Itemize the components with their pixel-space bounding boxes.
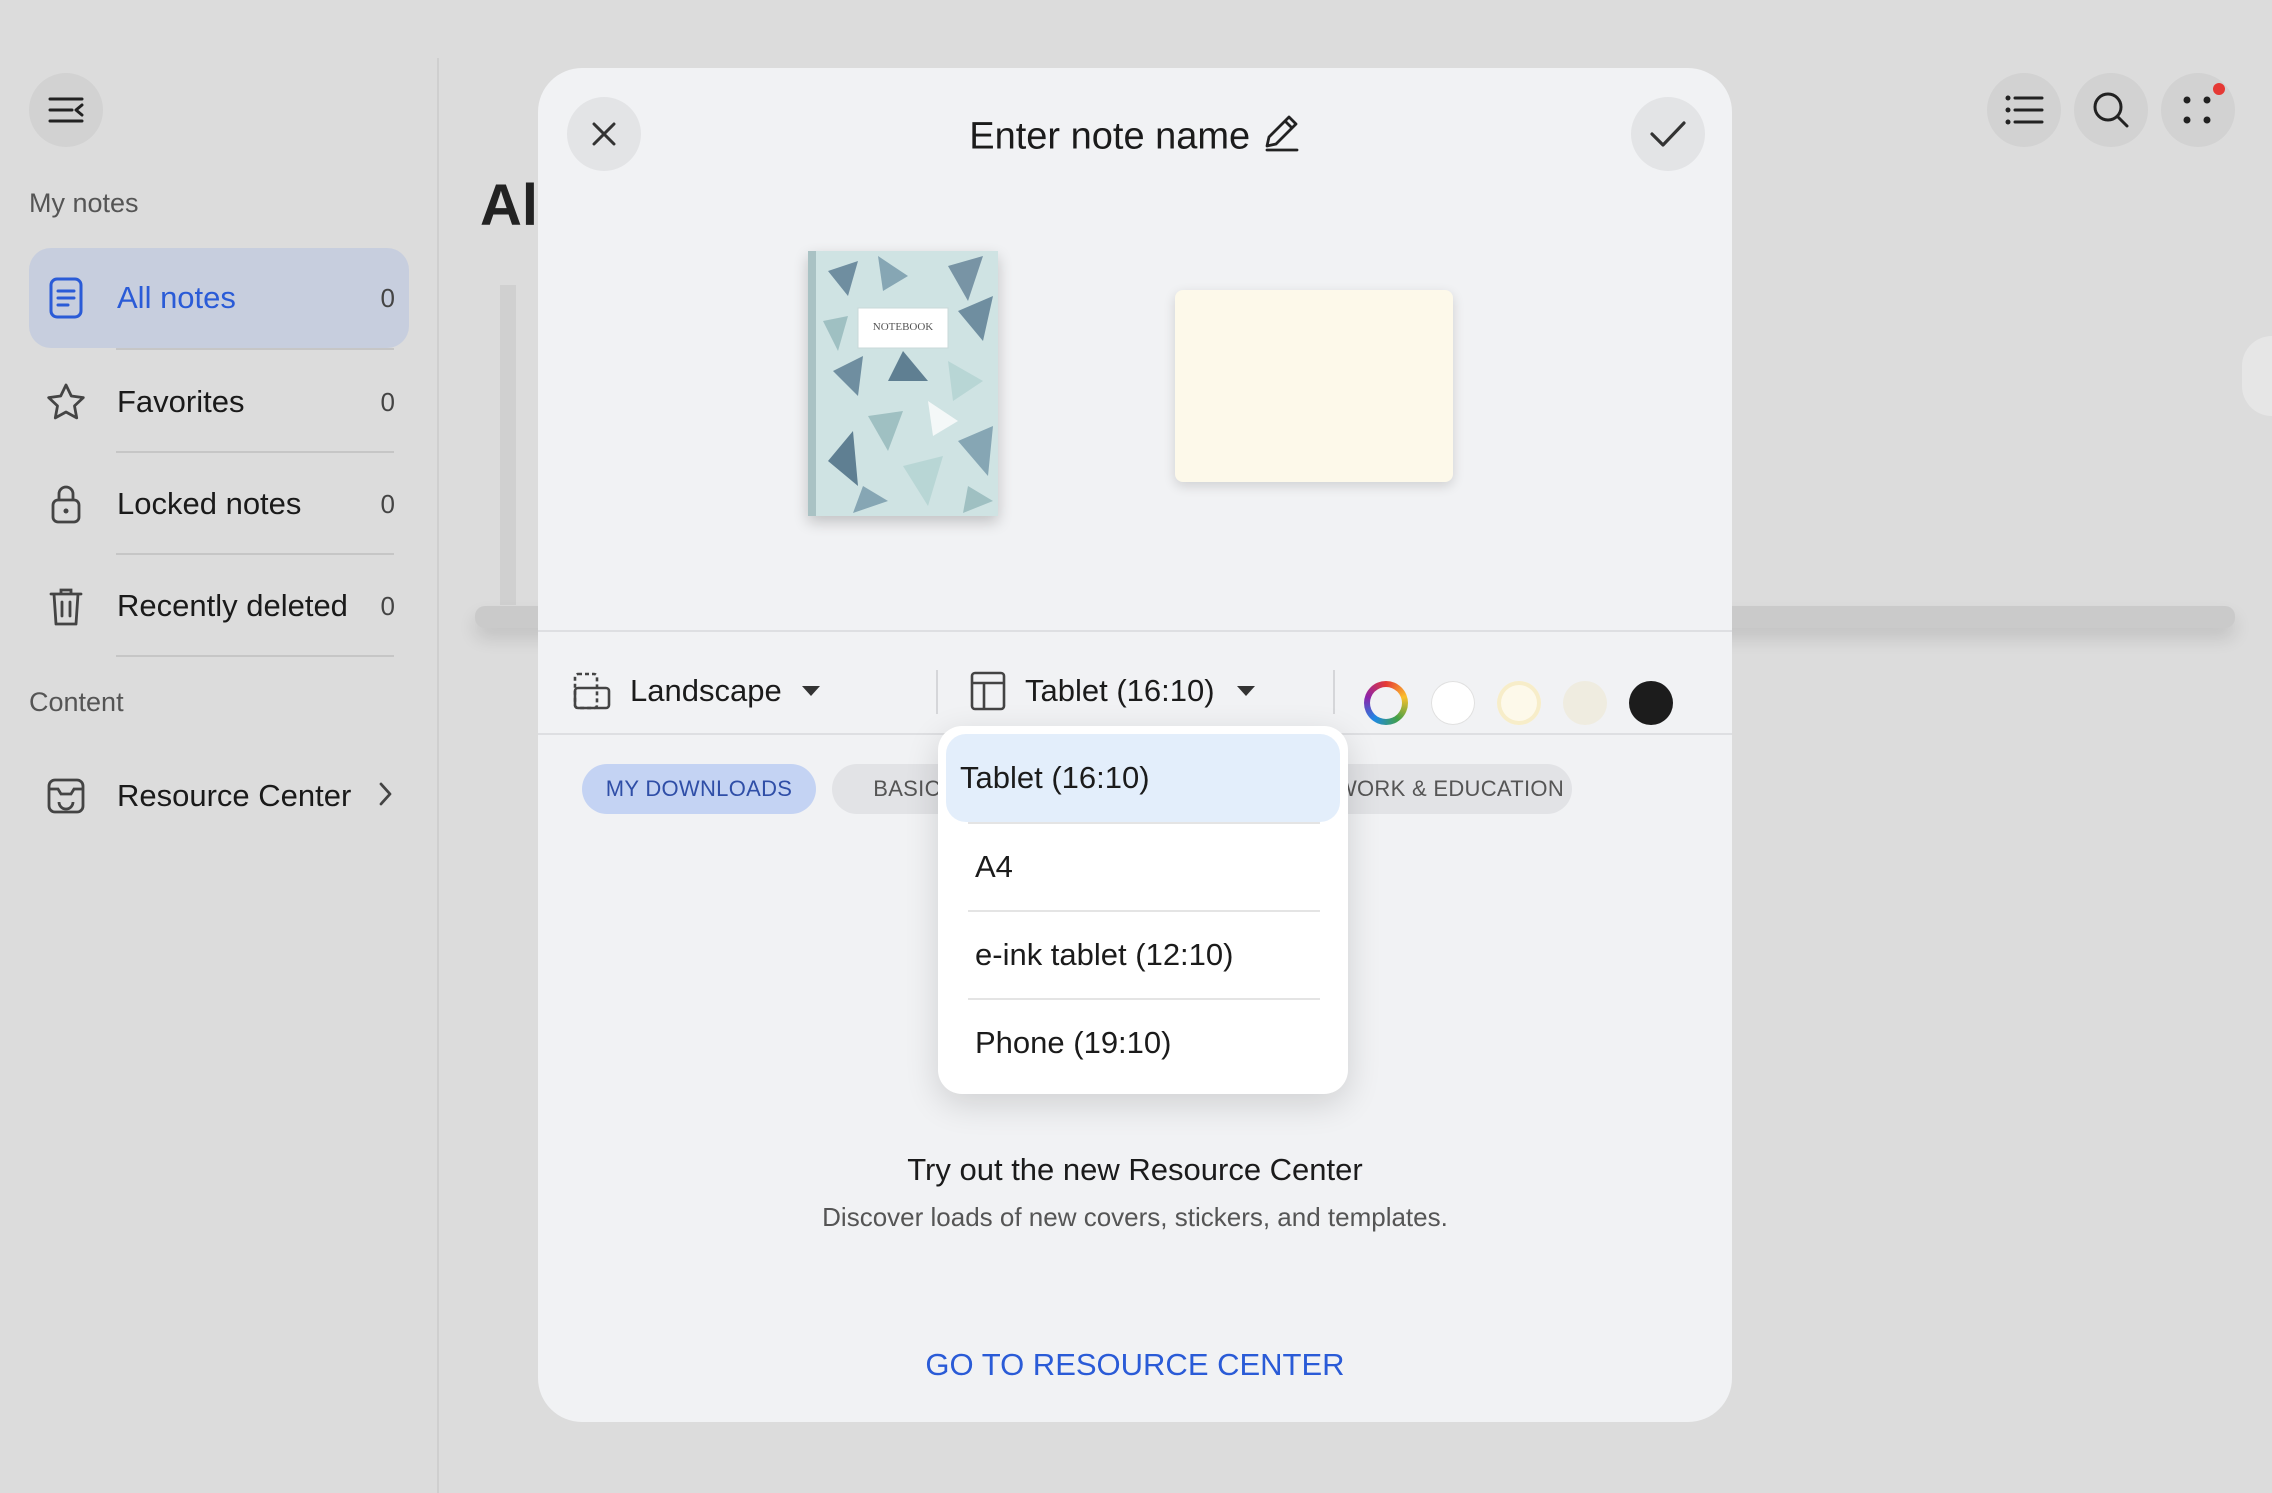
star-icon (29, 381, 103, 423)
paper-size-dropdown: Tablet (16:10) A4 e-ink tablet (12:10) P… (938, 726, 1348, 1094)
sidebar-item-favorites[interactable]: Favorites 0 (29, 352, 409, 452)
dropdown-option-phone[interactable]: Phone (19:10) (938, 999, 1348, 1087)
cover-preview[interactable]: NOTEBOOK (808, 251, 998, 516)
tab-label: BASIC (873, 776, 941, 801)
orientation-selector[interactable]: Landscape (572, 663, 822, 719)
resource-center-icon (29, 775, 103, 817)
trash-icon (29, 584, 103, 628)
paper-size-value: Tablet (16:10) (1025, 673, 1215, 708)
note-name-field[interactable]: Enter note name (538, 112, 1732, 162)
list-icon (2005, 95, 2044, 125)
color-picker-swatch[interactable] (1364, 681, 1408, 725)
divider (116, 451, 394, 453)
orientation-value: Landscape (630, 673, 782, 708)
color-swatch-cream-selected[interactable] (1497, 681, 1541, 725)
page-title: Al (480, 173, 538, 238)
dropdown-option-e-ink-tablet[interactable]: e-ink tablet (12:10) (938, 911, 1348, 999)
toolbar-separator (936, 670, 938, 714)
sidebar-item-count: 0 (380, 282, 395, 313)
search-icon (2093, 92, 2129, 128)
caret-down-icon (801, 686, 820, 696)
sidebar-divider (437, 58, 439, 1493)
notebook-cover-image (808, 251, 998, 516)
sidebar-item-count: 0 (380, 590, 395, 621)
sidebar-item-label: Favorites (117, 384, 245, 419)
caret-down-icon (1236, 686, 1255, 696)
more-dots-icon (2183, 96, 2211, 124)
floating-tool-handle[interactable] (2242, 336, 2272, 416)
divider (538, 630, 1732, 632)
divider (116, 553, 394, 555)
promo-title: Try out the new Resource Center (907, 1152, 1363, 1187)
divider (116, 348, 394, 350)
sidebar-item-all-notes[interactable]: All notes 0 (29, 248, 409, 348)
chevron-right-icon (375, 780, 395, 813)
color-swatch-beige[interactable] (1563, 681, 1607, 725)
lock-icon (29, 482, 103, 526)
section-label-content: Content (29, 687, 124, 717)
go-to-resource-center-link[interactable]: GO TO RESOURCE CENTER (538, 1347, 1732, 1383)
dropdown-option-tablet[interactable]: Tablet (16:10) (946, 734, 1340, 822)
toolbar-separator (1333, 670, 1335, 714)
option-label: e-ink tablet (12:10) (975, 937, 1234, 972)
tab-my-downloads[interactable]: MY DOWNLOADS (582, 764, 816, 814)
pencil-icon (1261, 115, 1301, 161)
notification-dot (2213, 83, 2225, 95)
tab-work-education[interactable]: WORK & EDUCATION (1318, 764, 1572, 814)
option-label: A4 (975, 849, 1013, 884)
color-swatch-white[interactable] (1431, 681, 1475, 725)
sidebar-item-count: 0 (380, 488, 395, 519)
tab-label: WORK & EDUCATION (1335, 776, 1565, 801)
color-swatch-black[interactable] (1629, 681, 1673, 725)
paper-size-selector[interactable]: Tablet (16:10) (969, 663, 1257, 719)
sidebar-item-recently-deleted[interactable]: Recently deleted 0 (29, 556, 409, 656)
cover-label: NOTEBOOK (872, 321, 934, 333)
dropdown-option-a4[interactable]: A4 (938, 823, 1348, 911)
sidebar-item-count: 0 (380, 386, 395, 417)
paper-preview[interactable] (1175, 290, 1453, 482)
option-label: Phone (19:10) (975, 1025, 1172, 1060)
paper-size-icon (970, 671, 1006, 711)
orientation-icon (573, 672, 611, 710)
checkmark-icon (1650, 121, 1686, 147)
menu-collapse-icon (48, 97, 84, 123)
list-view-button[interactable] (1987, 73, 2061, 147)
divider (116, 655, 394, 657)
sidebar-item-resource-center[interactable]: Resource Center (29, 746, 409, 846)
shelf-post (500, 285, 516, 605)
sidebar-item-label: All notes (117, 280, 236, 315)
menu-toggle-button[interactable] (29, 73, 103, 147)
note-icon (29, 276, 103, 320)
sidebar-item-label: Recently deleted (117, 588, 348, 623)
section-label-my-notes: My notes (29, 188, 139, 218)
option-label: Tablet (16:10) (960, 760, 1150, 795)
promo-subtitle: Discover loads of new covers, stickers, … (822, 1202, 1448, 1232)
sidebar-item-label: Locked notes (117, 486, 302, 521)
more-options-button[interactable] (2161, 73, 2235, 147)
confirm-button[interactable] (1631, 97, 1705, 171)
sidebar-item-label: Resource Center (117, 778, 352, 813)
search-button[interactable] (2074, 73, 2148, 147)
note-name-placeholder: Enter note name (969, 115, 1251, 158)
sidebar-item-locked-notes[interactable]: Locked notes 0 (29, 454, 409, 554)
